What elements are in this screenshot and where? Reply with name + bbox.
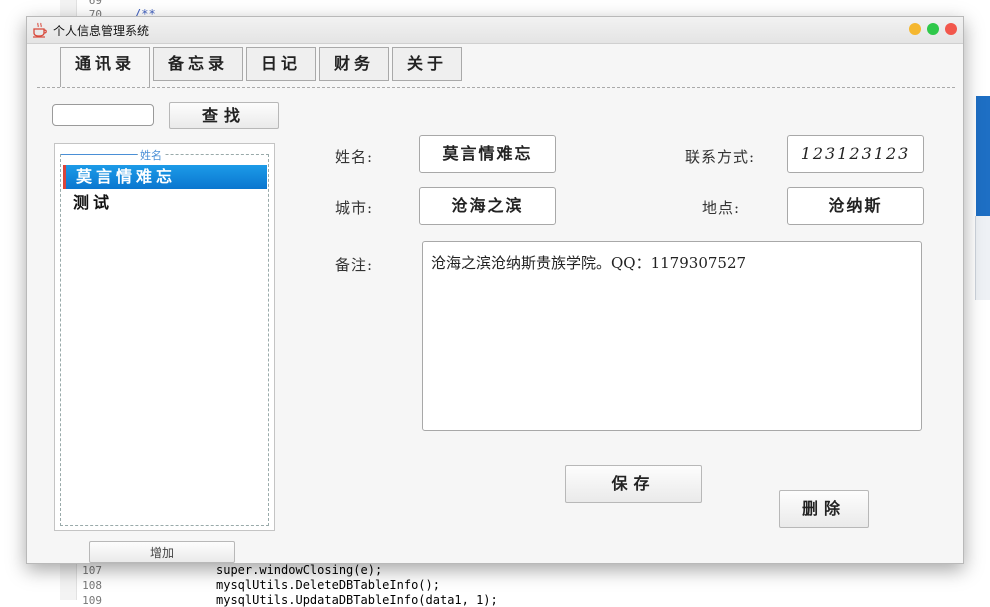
tab-about[interactable]: 关于 [392,47,462,81]
list-item[interactable]: 测试 [63,191,267,215]
line-number: 108 [82,579,102,592]
code-line: mysqlUtils.UpdataDBTableInfo(data1, 1); [216,593,498,607]
app-window: 个人信息管理系统 通讯录 备忘录 日记 财务 关于 查找 姓名 莫言情难忘 测试… [26,16,964,564]
contact-label: 联系方式: [685,148,756,166]
tab-contacts[interactable]: 通讯录 [60,47,150,87]
city-field[interactable]: 沧海之滨 [419,187,556,225]
add-button[interactable]: 增加 [89,541,235,563]
place-label: 地点: [702,199,741,217]
maximize-button[interactable] [927,23,939,35]
list-item[interactable]: 莫言情难忘 [63,165,267,189]
tab-memo[interactable]: 备忘录 [153,47,243,81]
close-button[interactable] [945,23,957,35]
city-label: 城市: [335,199,374,217]
place-field[interactable]: 沧纳斯 [787,187,924,225]
minimize-button[interactable] [909,23,921,35]
tab-finance[interactable]: 财务 [319,47,389,81]
code-line: super.windowClosing(e); [216,563,383,577]
notes-label: 备注: [335,256,374,274]
name-field[interactable]: 莫言情难忘 [419,135,556,173]
contact-field[interactable]: 123123123 [787,135,924,173]
notes-textarea[interactable]: 沧海之滨沧纳斯贵族学院。QQ：1179307527 [422,241,922,431]
tab-diary[interactable]: 日记 [246,47,316,81]
editor-side-panel [975,216,990,300]
tab-divider [37,87,955,88]
line-number: 107 [82,564,102,577]
save-button[interactable]: 保存 [565,465,702,503]
name-label: 姓名: [335,148,374,166]
delete-button[interactable]: 删除 [779,490,869,528]
line-number: 69 [88,0,102,7]
contact-list: 姓名 莫言情难忘 测试 [60,147,269,526]
title-bar: 个人信息管理系统 [27,17,963,44]
search-button[interactable]: 查找 [169,102,279,129]
search-input[interactable] [52,104,154,126]
legend-line [61,154,137,155]
list-legend: 姓名 [138,147,164,163]
line-number: 109 [82,594,102,607]
window-title: 个人信息管理系统 [53,24,150,38]
code-line: mysqlUtils.DeleteDBTableInfo(); [216,578,440,592]
editor-scroll-marker [976,96,990,216]
contact-list-panel: 姓名 莫言情难忘 测试 [54,143,275,531]
coffee-cup-icon [32,22,48,38]
